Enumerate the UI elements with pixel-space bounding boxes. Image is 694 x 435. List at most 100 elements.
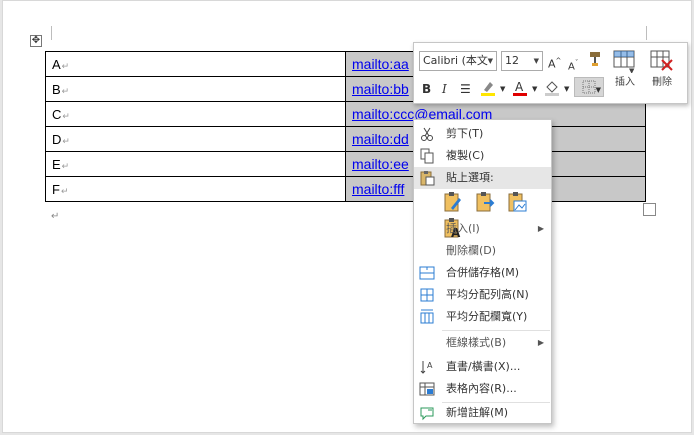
table-cell-label[interactable]: C↵ — [45, 101, 346, 127]
svg-text:▼: ▼ — [629, 67, 635, 73]
menu-item-label: 新增註解(M) — [446, 406, 509, 419]
chevron-right-icon: ▶ — [537, 224, 544, 233]
italic-button[interactable]: I — [442, 81, 447, 97]
chevron-down-icon: ▼ — [487, 57, 493, 65]
menu-item-label: 貼上選項: — [446, 171, 494, 184]
table-row: E↵ mailto:ee — [45, 151, 646, 177]
menu-item-label: 複製(C) — [446, 149, 485, 162]
delete-label: 刪除 — [652, 77, 672, 88]
email-link[interactable]: mailto:dd — [352, 131, 409, 147]
table-cell-label[interactable]: E↵ — [45, 151, 346, 177]
table-cell-label[interactable]: D↵ — [45, 126, 346, 152]
shrink-font-icon[interactable]: Aˇ — [568, 55, 578, 75]
menu-item-border-styles[interactable]: 框線樣式(B) ▶ — [414, 332, 551, 354]
paragraph-mark: ↵ — [51, 211, 60, 222]
paste-merge-formatting-icon[interactable] — [474, 191, 496, 213]
text-direction-icon: A — [420, 361, 433, 374]
distribute-rows-icon — [420, 288, 434, 302]
menu-item-paste-options: 貼上選項: — [414, 167, 551, 189]
table-properties-icon — [419, 382, 435, 396]
menu-item-insert[interactable]: 插入(I) ▶ — [414, 218, 551, 240]
paragraph-mark: ↵ — [60, 185, 69, 196]
menu-item-copy[interactable]: 複製(C) — [414, 145, 551, 167]
paste-icon — [420, 171, 435, 186]
menu-item-distribute-columns[interactable]: 平均分配欄寬(Y) — [414, 306, 551, 328]
bold-button[interactable]: B — [422, 81, 431, 97]
copy-icon — [420, 148, 434, 164]
cell-text: A — [52, 56, 61, 72]
menu-separator — [442, 330, 550, 331]
paste-picture-icon[interactable] — [506, 191, 528, 213]
cell-text: E — [52, 156, 61, 172]
table-row: C↵ mailto:ccc@email.com — [45, 101, 646, 127]
paste-options-row: A — [442, 191, 551, 239]
chevron-down-icon: ▼ — [533, 57, 539, 65]
paragraph-mark: ↵ — [61, 60, 70, 71]
borders-button[interactable]: ▼ — [574, 77, 604, 97]
table-move-handle-icon[interactable]: ✥ — [30, 35, 42, 47]
cell-text: C — [52, 106, 62, 122]
highlight-icon[interactable] — [480, 79, 498, 101]
menu-item-cut[interactable]: 剪下(T) — [414, 123, 551, 145]
menu-item-table-properties[interactable]: 表格內容(R)... — [414, 378, 551, 400]
paste-keep-formatting-icon[interactable] — [442, 191, 464, 213]
menu-item-label: 合併儲存格(M) — [446, 266, 520, 279]
table-cell-label[interactable]: A↵ — [45, 51, 346, 77]
cell-text: B — [52, 81, 61, 97]
chevron-down-icon[interactable]: ▼ — [500, 81, 505, 97]
paragraph-mark: ↵ — [62, 135, 70, 146]
margin-mark-left — [51, 26, 52, 40]
menu-item-delete-column[interactable]: 刪除欄(D) — [414, 240, 551, 262]
comment-icon — [420, 407, 434, 421]
chevron-right-icon: ▶ — [537, 338, 544, 347]
margin-mark-right — [646, 26, 647, 40]
paragraph-mark: ↵ — [62, 110, 70, 121]
insert-table-button[interactable]: ▼ 插入 — [608, 49, 642, 88]
scissors-icon — [421, 127, 433, 141]
font-size-select[interactable]: 12 ▼ — [501, 51, 543, 71]
context-menu: 剪下(T) 複製(C) 貼上選項: A 插入(I) ▶ 刪除欄(D) 合併儲存格… — [413, 119, 552, 424]
menu-item-label: 剪下(T) — [446, 127, 484, 140]
chevron-down-icon[interactable]: ▼ — [564, 81, 569, 97]
table-cell-label[interactable]: F↵ — [45, 176, 346, 202]
menu-item-label: 直書/橫書(X)... — [446, 360, 521, 373]
menu-item-new-comment[interactable]: 新增註解(M) — [414, 402, 551, 424]
table-cell-label[interactable]: B↵ — [45, 76, 346, 102]
shading-icon[interactable] — [544, 79, 560, 101]
menu-item-label: 平均分配列高(N) — [446, 288, 529, 301]
cell-text: F — [52, 181, 60, 197]
svg-text:A: A — [427, 361, 433, 370]
email-link[interactable]: mailto:ee — [352, 156, 409, 172]
mini-toolbar: Calibri (本文 ▼ 12 ▼ A^ Aˇ B I ☰ ▼ A ▼ ▼ ▼… — [413, 42, 688, 104]
menu-item-label: 平均分配欄寬(Y) — [446, 310, 528, 323]
format-painter-icon[interactable] — [588, 51, 602, 71]
distribute-columns-icon — [420, 309, 434, 324]
merge-cells-icon — [419, 266, 435, 280]
paragraph-mark: ↵ — [61, 85, 70, 96]
font-name-select[interactable]: Calibri (本文 ▼ — [419, 51, 497, 71]
menu-item-label: 框線樣式(B) — [446, 336, 507, 349]
menu-item-label: 表格內容(R)... — [446, 382, 517, 395]
table-row: D↵ mailto:dd — [45, 126, 646, 152]
font-color-icon[interactable]: A — [512, 79, 528, 101]
delete-table-button[interactable]: 刪除 — [645, 49, 679, 88]
svg-text:A: A — [515, 80, 524, 94]
delete-table-icon — [650, 50, 673, 71]
menu-item-label: 插入(I) — [446, 222, 480, 235]
cell-text: D — [52, 131, 62, 147]
insert-label: 插入 — [615, 77, 635, 88]
email-link[interactable]: mailto:bb — [352, 81, 409, 97]
table-row: F↵ mailto:fff — [45, 176, 646, 202]
paragraph-mark: ↵ — [61, 160, 70, 171]
email-link[interactable]: mailto:aa — [352, 56, 409, 72]
font-size-value: 12 — [505, 54, 519, 67]
font-name-value: Calibri (本文 — [423, 54, 488, 67]
table-resize-handle[interactable] — [643, 203, 656, 216]
menu-item-merge-cells[interactable]: 合併儲存格(M) — [414, 262, 551, 284]
grow-font-icon[interactable]: A^ — [548, 53, 561, 73]
menu-item-text-direction[interactable]: A 直書/橫書(X)... — [414, 356, 551, 378]
center-align-icon[interactable]: ☰ — [460, 81, 471, 97]
menu-item-distribute-rows[interactable]: 平均分配列高(N) — [414, 284, 551, 306]
chevron-down-icon[interactable]: ▼ — [532, 81, 537, 97]
email-link[interactable]: mailto:fff — [352, 181, 404, 197]
